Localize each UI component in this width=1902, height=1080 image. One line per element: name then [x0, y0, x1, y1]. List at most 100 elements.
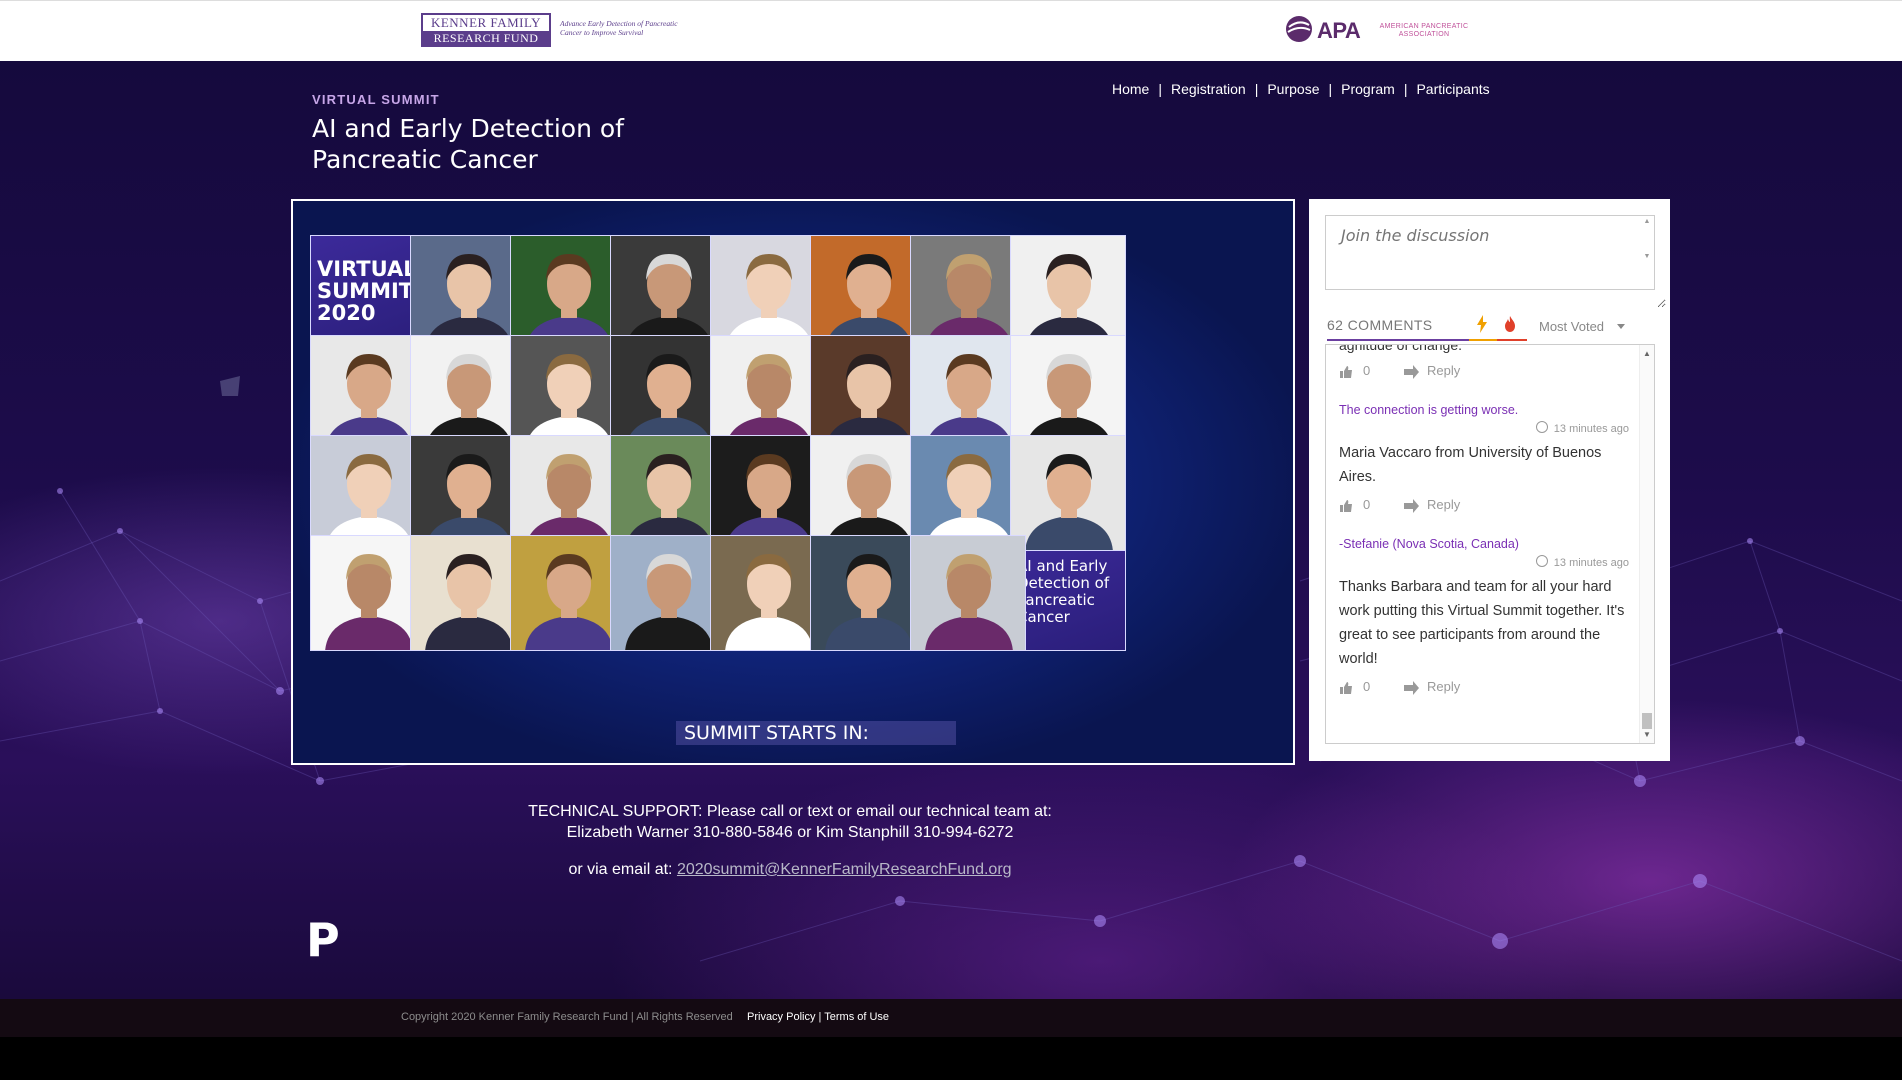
thumbs-up-icon[interactable] [1339, 365, 1353, 379]
portrait-image [611, 536, 725, 650]
reply-link[interactable]: Reply [1427, 497, 1460, 512]
bolt-icon[interactable] [1475, 315, 1489, 333]
portrait-image [311, 336, 425, 450]
speaker-photo [510, 435, 626, 551]
nav-separator: | [1158, 81, 1162, 97]
speaker-photo [1010, 235, 1126, 351]
join-discussion-box[interactable]: ▲▼ [1325, 215, 1666, 308]
speaker-photo [510, 235, 626, 351]
speaker-photo [510, 335, 626, 451]
speaker-photo [410, 335, 526, 451]
flame-underline [1497, 339, 1527, 341]
comments-toolbar: 62 COMMENTS Most Voted [1327, 315, 1657, 341]
kenner-logo-line2: RESEARCH FUND [423, 31, 549, 45]
technical-support: TECHNICAL SUPPORT: Please call or text o… [380, 801, 1200, 880]
comment-actions: 0 Reply [1339, 497, 1629, 517]
speaker-photo [410, 535, 526, 651]
kenner-logo-line1: KENNER FAMILY [430, 15, 542, 30]
apa-logo-subtitle: AMERICAN PANCREATIC ASSOCIATION [1379, 23, 1469, 38]
join-discussion-input[interactable] [1326, 216, 1666, 308]
comment-author[interactable]: -Stefanie (Nova Scotia, Canada) [1339, 537, 1629, 551]
copyright-text: Copyright 2020 Kenner Family Research Fu… [401, 1011, 733, 1023]
comment-body: Thanks Barbara and team for all your har… [1339, 579, 1625, 667]
scrollbar-thumb[interactable] [1642, 713, 1652, 729]
virtual-summit-tile: VIRTUAL SUMMIT 2020 [310, 235, 426, 351]
portrait-image [611, 236, 725, 350]
reply-arrow-icon[interactable] [1403, 365, 1419, 379]
footer-separator: | [818, 1011, 822, 1023]
comment-body: Maria Vaccaro from University of Buenos … [1339, 445, 1602, 485]
scroll-up-icon[interactable]: ▲ [1643, 349, 1651, 358]
support-line-2: Elizabeth Warner 310-880-5846 or Kim Sta… [566, 824, 1014, 841]
speaker-photo [510, 535, 626, 651]
comment-list-inner: agnitude of change. 0 Reply The connecti… [1339, 345, 1629, 699]
top-header: KENNER FAMILY RESEARCH FUND Advance Earl… [0, 0, 1902, 62]
speaker-photo [910, 235, 1026, 351]
apa-logo-text: APA [1317, 18, 1361, 43]
chevron-down-icon[interactable] [1617, 324, 1625, 329]
comment-timestamp[interactable]: 13 minutes ago [1339, 421, 1629, 435]
privacy-policy-link[interactable]: Privacy Policy [747, 1011, 815, 1023]
speaker-photo [910, 535, 1026, 651]
vote-count: 0 [1363, 363, 1371, 378]
nav-registration[interactable]: Registration [1171, 81, 1246, 97]
comment-author[interactable]: The connection is getting worse. [1339, 403, 1629, 417]
portrait-image [711, 536, 825, 650]
comment-list[interactable]: agnitude of change. 0 Reply The connecti… [1325, 344, 1655, 744]
thumbs-up-icon[interactable] [1339, 681, 1353, 695]
comment-scrollbar[interactable]: ▲ ▼ [1639, 345, 1654, 743]
nav-program[interactable]: Program [1341, 81, 1395, 97]
kenner-logo[interactable]: KENNER FAMILY RESEARCH FUND [421, 13, 551, 47]
speaker-photo [710, 435, 826, 551]
comment-item: -Stefanie (Nova Scotia, Canada) 13 minut… [1339, 537, 1629, 699]
portrait-image [711, 436, 825, 550]
nav-purpose[interactable]: Purpose [1267, 81, 1319, 97]
thumbs-up-icon[interactable] [1339, 499, 1353, 513]
clipped-comment-text: agnitude of change. [1339, 344, 1462, 353]
speaker-photo [1010, 435, 1126, 551]
virtual-summit-2020-text: VIRTUAL SUMMIT 2020 [317, 257, 417, 325]
bottom-bar [0, 1037, 1902, 1080]
reply-link[interactable]: Reply [1427, 363, 1460, 378]
speaker-photo [610, 535, 726, 651]
speaker-photo [310, 535, 426, 651]
email-prefix: or via email at: [568, 861, 673, 878]
speaker-photo [910, 435, 1026, 551]
speaker-photo [610, 335, 726, 451]
portrait-image [811, 536, 925, 650]
comment-count-underline [1327, 339, 1477, 341]
terms-of-use-link[interactable]: Terms of Use [824, 1011, 889, 1023]
support-email-link[interactable]: 2020summit@KennerFamilyResearchFund.org [677, 861, 1012, 878]
countdown-label: SUMMIT STARTS IN: [676, 721, 956, 745]
nav-separator: | [1328, 81, 1333, 97]
scroll-down-icon[interactable]: ▼ [1643, 730, 1651, 739]
portrait-image [911, 536, 1025, 650]
comment-time: 13 minutes ago [1553, 557, 1629, 569]
portrait-image [411, 336, 525, 450]
comment-timestamp[interactable]: 13 minutes ago [1339, 555, 1629, 569]
comment-count[interactable]: 62 COMMENTS [1327, 317, 1433, 333]
speaker-photo [910, 335, 1026, 451]
portrait-image [611, 336, 725, 450]
portrait-image [311, 436, 425, 550]
reply-link[interactable]: Reply [1427, 679, 1460, 694]
flame-icon[interactable] [1503, 315, 1517, 333]
portrait-image [511, 336, 625, 450]
comment-item: The connection is getting worse. 13 minu… [1339, 403, 1629, 517]
comment-time: 13 minutes ago [1553, 423, 1629, 435]
clock-icon [1535, 555, 1548, 567]
video-player[interactable]: VIRTUAL SUMMIT 2020 AI and Early Detecti… [291, 199, 1295, 765]
sort-dropdown[interactable]: Most Voted [1539, 319, 1604, 334]
portrait-image [511, 236, 625, 350]
reply-arrow-icon[interactable] [1403, 499, 1419, 513]
summit-label: VIRTUAL SUMMIT [312, 92, 440, 107]
reply-arrow-icon[interactable] [1403, 681, 1419, 695]
footer-links: Privacy Policy | Terms of Use [747, 1011, 889, 1023]
input-scrollbar[interactable]: ▲ ▼ [1642, 218, 1652, 287]
speaker-photo [710, 535, 826, 651]
portrait-image [311, 536, 425, 650]
comment-actions: 0 Reply [1339, 679, 1629, 699]
speaker-photo [710, 335, 826, 451]
nav-home[interactable]: Home [1112, 81, 1149, 97]
nav-participants[interactable]: Participants [1416, 81, 1489, 97]
